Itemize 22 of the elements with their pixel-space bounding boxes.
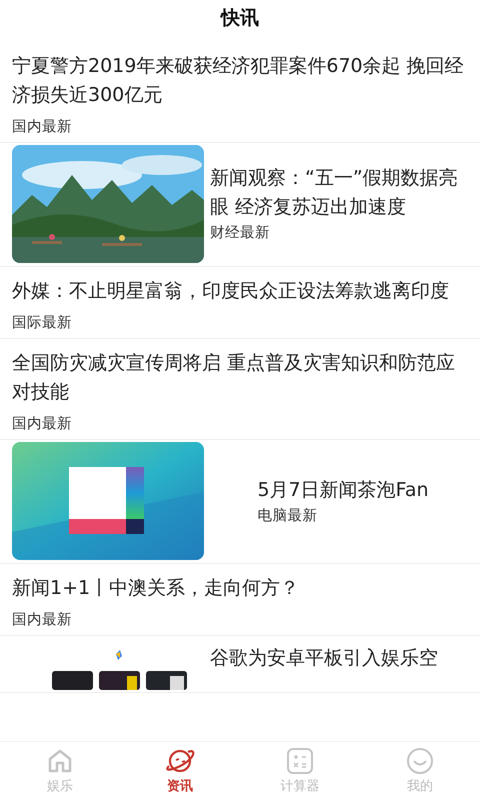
news-title: 全国防灾减灾宣传周将启 重点普及灾害知识和防范应对技能: [12, 351, 456, 405]
news-title: 宁夏警方2019年来破获经济犯罪案件670余起 挽回经济损失近300亿元: [12, 54, 465, 108]
home-icon: [46, 747, 74, 775]
news-title: 5月7日新闻茶泡Fan: [257, 478, 429, 502]
planet-icon: [164, 747, 196, 775]
tab[interactable]: 我的: [360, 742, 480, 800]
news-title: 外媒：不止明星富翁，印度民众正设法筹款逃离印度: [12, 279, 450, 304]
tab[interactable]: 计算器: [240, 742, 360, 800]
smiley-icon: [406, 747, 434, 775]
news-category: 国内最新: [12, 118, 73, 137]
news-title: 新闻观察：“五一”假期数据亮眼 经济复苏迈出加速度: [210, 166, 459, 220]
news-category: 国内最新: [12, 414, 73, 434]
news-category: 国内最新: [12, 610, 73, 630]
news-category: 电脑最新: [257, 506, 318, 526]
news-title: 谷歌为安卓平板引入娱乐空: [210, 646, 438, 671]
news-category: 国际最新: [12, 314, 73, 333]
news-category: 财经最新: [210, 224, 271, 243]
page-title: 快讯: [219, 6, 260, 31]
calculator-icon: [286, 747, 314, 775]
tab[interactable]: 娱乐: [0, 742, 120, 800]
news-title: 新闻1+1丨中澳关系，走向何方？: [12, 576, 300, 601]
tab[interactable]: 资讯: [120, 742, 240, 800]
